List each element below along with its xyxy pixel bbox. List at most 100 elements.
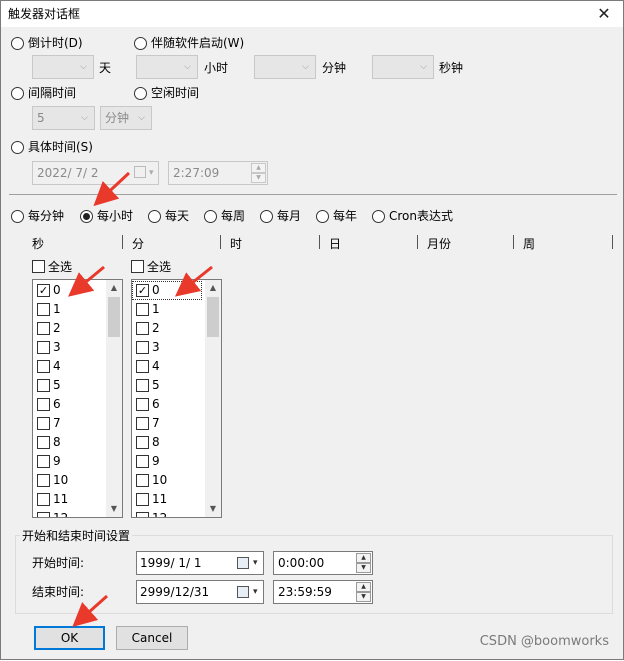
second-list-item[interactable]: 4 (33, 357, 113, 376)
minute-checkbox[interactable] (136, 360, 149, 373)
spin-down-icon[interactable]: ▼ (251, 173, 266, 183)
idle-radio[interactable] (134, 87, 147, 100)
minute-list-item[interactable]: 6 (132, 395, 212, 414)
scroll-up-icon[interactable]: ▲ (106, 280, 122, 296)
end-date-picker[interactable]: 2999/12/31 ▾ (136, 580, 264, 604)
select-all-seconds-checkbox[interactable] (32, 260, 45, 273)
interval-unit-combo[interactable]: 分钟 ⌵ (100, 106, 152, 130)
chevron-down-icon[interactable]: ▾ (253, 552, 258, 574)
second-checkbox[interactable] (37, 303, 50, 316)
second-list-item[interactable]: 6 (33, 395, 113, 414)
freq-every-day-radio[interactable] (148, 210, 161, 223)
scroll-down-icon[interactable]: ▼ (106, 501, 122, 517)
specific-date-picker[interactable]: 2022/ 7/ 2 ▾ (32, 161, 159, 185)
second-checkbox[interactable] (37, 455, 50, 468)
minute-list-item[interactable]: 12 (132, 509, 212, 517)
minute-list-item[interactable]: 1 (132, 300, 212, 319)
second-checkbox[interactable] (37, 398, 50, 411)
second-checkbox[interactable] (37, 360, 50, 373)
minute-list-item[interactable]: 10 (132, 471, 212, 490)
minute-list-item[interactable]: ✓ 0 (132, 281, 202, 300)
minute-list-item[interactable]: 2 (132, 319, 212, 338)
interval-value-combo[interactable]: 5 ⌵ (32, 106, 95, 130)
second-list-item[interactable]: 12 (33, 509, 113, 517)
minute-list-item[interactable]: 8 (132, 433, 212, 452)
freq-every-minute-radio[interactable] (11, 210, 24, 223)
scroll-up-icon[interactable]: ▲ (205, 280, 221, 296)
start-time-field[interactable]: 0:00:00 ▲ ▼ (273, 551, 373, 575)
spin-down-icon[interactable]: ▼ (356, 563, 371, 573)
minute-checkbox[interactable] (136, 322, 149, 335)
seconds-listbox[interactable]: ✓ 0 1 2 3 4 5 6 7 8 9 10 11 12 ▲ ▼ (32, 279, 123, 518)
second-checkbox[interactable] (37, 493, 50, 506)
minute-list-item[interactable]: 9 (132, 452, 212, 471)
close-icon[interactable]: ✕ (589, 2, 619, 26)
second-list-item[interactable]: 5 (33, 376, 113, 395)
second-checkbox[interactable] (37, 436, 50, 449)
select-all-minutes-checkbox[interactable] (131, 260, 144, 273)
interval-radio[interactable] (11, 87, 24, 100)
scroll-thumb[interactable] (207, 297, 219, 337)
second-list-item[interactable]: ✓ 0 (33, 281, 113, 300)
second-checkbox[interactable]: ✓ (37, 284, 50, 297)
minute-list-item[interactable]: 4 (132, 357, 212, 376)
minute-checkbox[interactable] (136, 417, 149, 430)
hours-combo[interactable]: ⌵ (136, 55, 198, 79)
minute-checkbox[interactable] (136, 512, 149, 517)
spin-down-icon[interactable]: ▼ (356, 592, 371, 602)
days-combo[interactable]: ⌵ (32, 55, 94, 79)
minute-checkbox[interactable]: ✓ (136, 284, 149, 297)
specific-time-radio[interactable] (11, 141, 24, 154)
minute-list-item[interactable]: 3 (132, 338, 212, 357)
second-list-item[interactable]: 8 (33, 433, 113, 452)
minute-list-item[interactable]: 7 (132, 414, 212, 433)
minute-checkbox[interactable] (136, 493, 149, 506)
ok-button[interactable]: OK (34, 626, 105, 650)
minute-list-item[interactable]: 11 (132, 490, 212, 509)
second-list-item[interactable]: 2 (33, 319, 113, 338)
freq-every-hour-radio[interactable] (80, 210, 93, 223)
seconds-scrollbar[interactable]: ▲ ▼ (106, 280, 122, 517)
freq-every-year-radio[interactable] (316, 210, 329, 223)
minutes-scrollbar[interactable]: ▲ ▼ (205, 280, 221, 517)
specific-time-field[interactable]: 2:27:09 ▲ ▼ (168, 161, 268, 185)
minute-checkbox[interactable] (136, 341, 149, 354)
cancel-button[interactable]: Cancel (116, 626, 188, 650)
calendar-icon[interactable] (237, 557, 249, 569)
freq-every-week-radio[interactable] (204, 210, 217, 223)
minute-checkbox[interactable] (136, 303, 149, 316)
scroll-thumb[interactable] (108, 297, 120, 337)
start-date-picker[interactable]: 1999/ 1/ 1 ▾ (136, 551, 264, 575)
second-checkbox[interactable] (37, 379, 50, 392)
minutes-combo[interactable]: ⌵ (254, 55, 316, 79)
second-list-item[interactable]: 9 (33, 452, 113, 471)
second-list-item[interactable]: 10 (33, 471, 113, 490)
minutes-listbox[interactable]: ✓ 0 1 2 3 4 5 6 7 8 9 10 11 12 ▲ ▼ (131, 279, 222, 518)
second-list-item[interactable]: 11 (33, 490, 113, 509)
seconds-combo[interactable]: ⌵ (372, 55, 434, 79)
end-time-field[interactable]: 23:59:59 ▲ ▼ (273, 580, 373, 604)
spin-up-icon[interactable]: ▲ (356, 582, 371, 592)
spin-up-icon[interactable]: ▲ (356, 553, 371, 563)
countdown-radio[interactable] (11, 37, 24, 50)
second-checkbox[interactable] (37, 474, 50, 487)
second-list-item[interactable]: 1 (33, 300, 113, 319)
second-list-item[interactable]: 3 (33, 338, 113, 357)
scroll-down-icon[interactable]: ▼ (205, 501, 221, 517)
freq-every-month-radio[interactable] (260, 210, 273, 223)
freq-cron-radio[interactable] (372, 210, 385, 223)
minute-checkbox[interactable] (136, 379, 149, 392)
second-list-item[interactable]: 7 (33, 414, 113, 433)
second-checkbox[interactable] (37, 512, 50, 517)
minute-checkbox[interactable] (136, 455, 149, 468)
minute-checkbox[interactable] (136, 474, 149, 487)
with-software-radio[interactable] (134, 37, 147, 50)
minute-checkbox[interactable] (136, 436, 149, 449)
second-checkbox[interactable] (37, 417, 50, 430)
second-checkbox[interactable] (37, 341, 50, 354)
minute-checkbox[interactable] (136, 398, 149, 411)
chevron-down-icon[interactable]: ▾ (253, 581, 258, 603)
spin-up-icon[interactable]: ▲ (251, 163, 266, 173)
second-checkbox[interactable] (37, 322, 50, 335)
calendar-icon[interactable] (237, 586, 249, 598)
